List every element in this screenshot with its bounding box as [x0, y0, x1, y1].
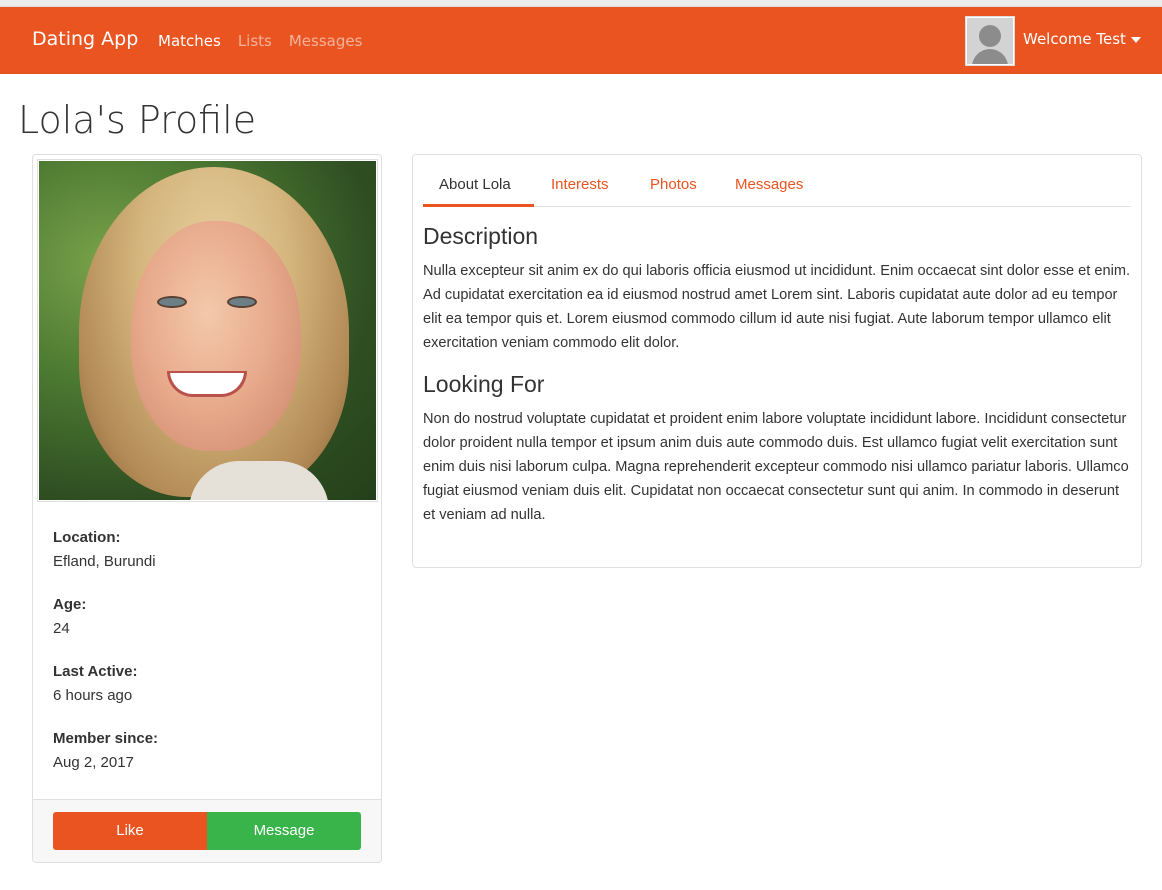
info-value: Aug 2, 2017	[53, 754, 134, 771]
like-button[interactable]: Like	[53, 812, 207, 850]
tab-bar: About Lola Interests Photos Messages	[423, 155, 1131, 207]
tab-photos[interactable]: Photos	[650, 176, 697, 193]
profile-card-footer: Like Message	[33, 799, 381, 862]
brand-link[interactable]: Dating App	[32, 28, 138, 50]
active-tab-indicator	[423, 204, 534, 207]
tab-about[interactable]: About Lola	[439, 176, 511, 193]
nav-link-lists[interactable]: Lists	[238, 32, 272, 50]
info-member-since: Member since: Aug 2, 2017	[53, 728, 353, 774]
tab-content-about: Description Nulla excepteur sit anim ex …	[423, 221, 1133, 541]
nav-links: Matches Lists Messages	[158, 32, 379, 50]
info-age: Age: 24	[53, 594, 353, 640]
profile-photo-image	[39, 161, 376, 500]
user-placeholder-icon	[967, 18, 1013, 64]
info-label: Location:	[53, 529, 121, 546]
tab-messages[interactable]: Messages	[735, 176, 803, 193]
top-navbar: Dating App Matches Lists Messages Welcom…	[0, 7, 1162, 74]
profile-card: Location: Efland, Burundi Age: 24 Last A…	[32, 154, 382, 863]
info-value: 24	[53, 620, 70, 637]
caret-down-icon[interactable]	[1131, 37, 1141, 43]
info-label: Last Active:	[53, 663, 138, 680]
profile-info: Location: Efland, Burundi Age: 24 Last A…	[53, 527, 353, 795]
profile-tabs-card: About Lola Interests Photos Messages Des…	[412, 154, 1142, 568]
info-label: Member since:	[53, 730, 159, 747]
info-label: Age:	[53, 596, 87, 613]
message-button[interactable]: Message	[207, 812, 361, 850]
looking-for-heading: Looking For	[423, 371, 545, 397]
tab-interests[interactable]: Interests	[551, 176, 609, 193]
looking-for-text: Non do nostrud voluptate cupidatat et pr…	[423, 411, 1129, 523]
info-location: Location: Efland, Burundi	[53, 527, 353, 573]
user-menu-toggle[interactable]: Welcome Test	[1023, 30, 1126, 48]
description-heading: Description	[423, 223, 539, 249]
description-text: Nulla excepteur sit anim ex do qui labor…	[423, 263, 1131, 351]
info-last-active: Last Active: 6 hours ago	[53, 661, 353, 707]
nav-link-matches[interactable]: Matches	[158, 32, 221, 50]
info-value: Efland, Burundi	[53, 553, 156, 570]
nav-link-messages[interactable]: Messages	[289, 32, 363, 50]
info-value: 6 hours ago	[53, 687, 133, 704]
page-title: Lola's Profile	[18, 98, 257, 142]
browser-top-edge	[0, 0, 1162, 7]
profile-photo	[37, 159, 378, 502]
user-avatar[interactable]	[965, 16, 1015, 66]
